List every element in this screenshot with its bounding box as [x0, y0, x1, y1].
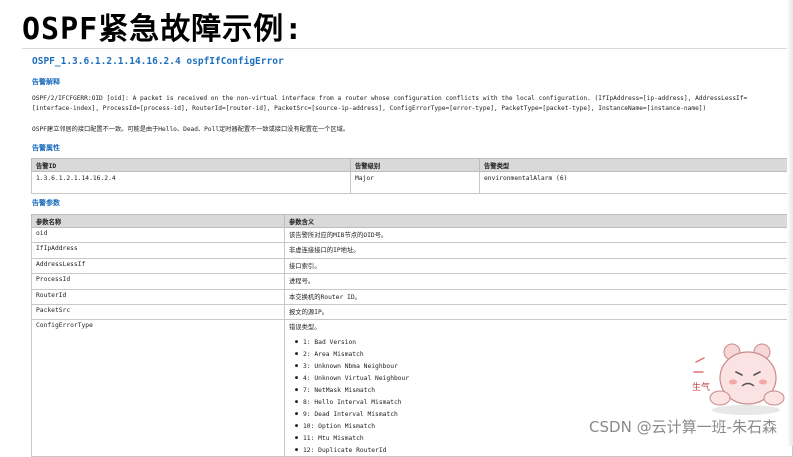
table-row: PacketSrc 报文的源IP。 [31, 303, 793, 321]
attr-alarm-type: environmentalAlarm (6) [479, 171, 793, 194]
table-row: AddressLessIf 接口索引。 [31, 257, 793, 275]
table-row: IfIpAddress 非虚连接接口的IP地址。 [31, 242, 793, 259]
param-header-meaning: 参数含义 [284, 214, 793, 228]
attributes-label: 告警属性 [32, 144, 60, 152]
bear-sticker-icon: 生气 [692, 343, 785, 415]
attr-alarm-level: Major [350, 171, 480, 194]
param-meaning: 本交换机的Router ID。 [284, 288, 793, 305]
csdn-watermark: CSDN @云计算一班-朱石森 [587, 416, 779, 437]
param-meaning: 进程号。 [284, 273, 793, 290]
attr-header-type: 告警类型 [479, 158, 793, 172]
slide-title: OSPF紧急故障示例: [22, 12, 304, 47]
svg-text:生气: 生气 [692, 381, 710, 393]
table-row: oid 该告警所对应的MIB节点的OID号。 [31, 226, 793, 244]
param-meaning: 非虚连接接口的IP地址。 [284, 242, 793, 259]
attributes-table: 告警ID 告警级别 告警类型 1.3.6.1.2.1.14.16.2.4 Maj… [31, 158, 793, 194]
param-meaning-text: 错误类型。 [289, 324, 321, 332]
param-header-name: 参数名称 [31, 214, 285, 228]
param-meaning: 报文的源IP。 [284, 303, 793, 321]
param-name: ProcessId [31, 273, 285, 290]
param-name: AddressLessIf [31, 257, 285, 275]
param-name: ConfigErrorType [31, 319, 285, 457]
title-divider [22, 48, 793, 49]
attr-alarm-id: 1.3.6.1.2.1.14.16.2.4 [31, 171, 351, 194]
alarm-heading: OSPF_1.3.6.1.2.1.14.16.2.4 ospfIfConfigE… [32, 56, 284, 67]
param-name: IfIpAddress [31, 242, 285, 259]
table-row: ProcessId 进程号。 [31, 273, 793, 290]
explanation-cn: OSPF建立邻居的接口配置不一致。可能是由于Hello、Dead、Poll定时器… [32, 126, 350, 133]
param-name: RouterId [31, 288, 285, 305]
list-item: 12: Duplicate RouterId [295, 445, 788, 457]
explanation-en: OSPF/2/IFCFGERR:OID [oid]: A packet is r… [32, 95, 748, 112]
param-meaning: 接口索引。 [284, 257, 793, 275]
param-name: PacketSrc [31, 303, 285, 321]
param-meaning: 该告警所对应的MIB节点的OID号。 [284, 226, 793, 244]
explanation-label: 告警解释 [32, 78, 60, 86]
table-row: 1.3.6.1.2.1.14.16.2.4 Major environmenta… [31, 171, 793, 194]
param-name: oid [31, 226, 285, 244]
attr-header-level: 告警级别 [350, 158, 480, 172]
attr-header-id: 告警ID [31, 158, 351, 172]
table-row: RouterId 本交换机的Router ID。 [31, 288, 793, 305]
params-label: 告警参数 [32, 199, 60, 207]
